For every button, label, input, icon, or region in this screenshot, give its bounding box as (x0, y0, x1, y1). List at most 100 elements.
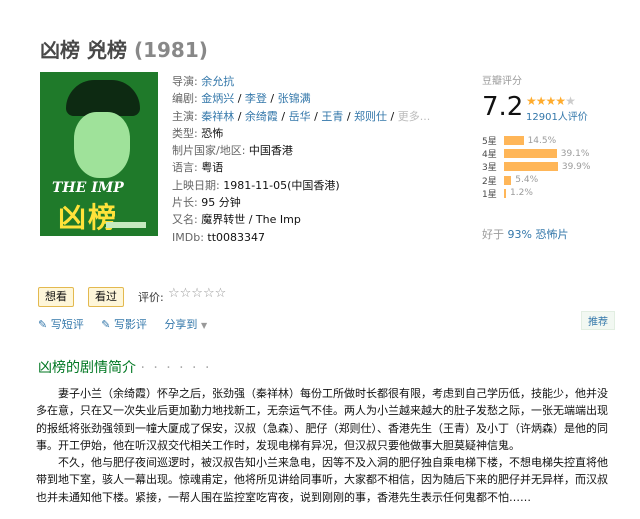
star-half-icon: ★ (555, 94, 566, 108)
rating-panel: 豆瓣评分 7.2 ★★★★★ 12901人评价 5星 14.5% 4星 39.1% … (482, 72, 622, 200)
aka-value: 魔界转世 / The Imp (201, 213, 301, 227)
country-value: 中国香港 (248, 144, 293, 158)
rating-row-label: 5星 (482, 137, 497, 148)
summary-title-text: 凶榜的剧情简介 (38, 360, 136, 376)
rating-row-label: 1星 (482, 189, 497, 200)
rating-row-percent: 39.9% (561, 161, 591, 172)
cast-link[interactable]: 王青 (321, 110, 343, 123)
better-prefix: 好于 (482, 228, 508, 241)
summary-title: 凶榜的剧情简介 · · · · · · (38, 357, 211, 377)
rating-distribution: 5星 14.5% 4星 39.1% 3星 39.9% 2星 5.4% 1星 1.2% (482, 134, 590, 200)
writer-link[interactable]: 李登 (245, 92, 267, 105)
rating-bar (504, 136, 524, 146)
poster-logo-en: THE IMP (52, 180, 124, 196)
cast-link[interactable]: 岳华 (289, 110, 311, 123)
summary-paragraph: 不久，他与肥仔夜间巡逻时，被汉叔告知小兰来急电，因等不及入洞的肥仔独自乘电梯下楼… (36, 456, 608, 504)
imdb-label: IMDb: (172, 230, 204, 244)
poster-logo-cn: 凶榜 (58, 201, 119, 234)
star-full-icon: ★ (535, 94, 547, 108)
info-runtime: 片长: 95 分钟 (172, 194, 430, 211)
summary-title-dots: · · · · · · (140, 360, 212, 376)
summary-paragraph: 妻子小兰（余绮霞）怀孕之后，张劲强（秦祥林）每份工所做时长都很有限，考虑到自己学… (36, 387, 608, 452)
watched-button[interactable]: 看过 (88, 287, 124, 307)
aka-label: 又名: (172, 213, 198, 227)
rating-score: 7.2 (482, 92, 524, 122)
better-than-link[interactable]: 93% 恐怖片 (508, 228, 569, 241)
info-release: 上映日期: 1981-11-05(中国香港) (172, 177, 430, 194)
info-director: 导演: 余允抗 (172, 73, 430, 90)
rating-row-label: 4星 (482, 150, 497, 161)
rating-row-percent: 14.5% (527, 135, 557, 146)
rating-row: 1星 1.2% (482, 187, 590, 200)
short-review-action[interactable]: ✎ 写短评 (38, 318, 84, 331)
writer-label: 编剧: (172, 92, 198, 106)
action-links: ✎ 写短评 ✎ 写影评 分享到 ▼ (38, 316, 221, 332)
rating-bar (504, 149, 557, 159)
rating-stars: ★★★★★ (526, 94, 576, 108)
rating-bar (504, 175, 512, 185)
rating-row-label: 3星 (482, 163, 497, 174)
want-to-watch-button[interactable]: 想看 (38, 287, 74, 307)
chevron-down-icon: ▼ (200, 321, 208, 330)
country-label: 制片国家/地区: (172, 144, 246, 158)
rating-row-percent: 5.4% (515, 175, 539, 186)
info-country: 制片国家/地区: 中国香港 (172, 142, 430, 159)
rating-row: 5星 14.5% (482, 134, 590, 148)
info-aka: 又名: 魔界转世 / The Imp (172, 211, 430, 228)
imdb-value: tt0083347 (207, 230, 266, 244)
rating-row-percent: 1.2% (510, 188, 533, 199)
rating-row-label: 2星 (482, 176, 497, 187)
language-value: 粤语 (201, 161, 224, 175)
rating-count-link[interactable]: 12901人评价 (526, 108, 588, 123)
info-imdb: IMDb: tt0083347 (172, 229, 430, 246)
director-link[interactable]: 余允抗 (201, 75, 234, 88)
movie-poster[interactable]: THE IMP 凶榜 (40, 72, 158, 236)
recommend-button[interactable]: 推荐 (581, 311, 615, 330)
movie-info: 导演: 余允抗 编剧: 金炳兴 / 李登 / 张锦满 主演: 秦祥林 / 余绮霞… (172, 73, 430, 246)
review-link[interactable]: 写影评 (114, 318, 147, 331)
better-than: 好于 93% 恐怖片 (482, 226, 568, 242)
cast-label: 主演: (172, 109, 198, 123)
runtime-value: 95 分钟 (201, 196, 241, 210)
rating-row: 4星 39.1% (482, 147, 590, 161)
rating-row-percent: 39.1% (560, 148, 590, 159)
share-action[interactable]: 分享到 ▼ (164, 318, 207, 331)
share-link[interactable]: 分享到 (164, 318, 197, 331)
language-label: 语言: (172, 161, 198, 175)
summary-body: 妻子小兰（余绮霞）怀孕之后，张劲强（秦祥林）每份工所做时长都很有限，考虑到自己学… (36, 385, 612, 506)
page-title: 凶榜 兇榜 (1981) (40, 34, 208, 63)
rating-row: 3星 39.9% (482, 160, 591, 174)
release-label: 上映日期: (172, 178, 220, 192)
info-writers: 编剧: 金炳兴 / 李登 / 张锦满 (172, 92, 311, 106)
info-genre: 类型: 恐怖 (172, 125, 430, 142)
movie-year: (1981) (133, 38, 208, 62)
genre-label: 类型: (172, 126, 198, 140)
rating-bar (504, 188, 506, 198)
star-full-icon: ★ (526, 94, 537, 108)
release-value: 1981-11-05(中国香港) (223, 178, 340, 192)
poster-face-shape (74, 112, 130, 178)
star-full-icon: ★ (545, 94, 557, 108)
cast-more-link[interactable]: 更多... (398, 110, 431, 123)
star-empty-icon: ★ (565, 94, 576, 108)
writer-link[interactable]: 金炳兴 (201, 92, 234, 105)
writer-link[interactable]: 张锦满 (278, 92, 311, 105)
cast-link[interactable]: 余绮霞 (245, 110, 278, 123)
pencil-icon: ✎ (101, 318, 111, 331)
short-review-link[interactable]: 写短评 (51, 318, 84, 331)
pencil-icon: ✎ (38, 318, 48, 331)
cast-link[interactable]: 郑则仕 (354, 110, 387, 123)
review-action[interactable]: ✎ 写影评 (101, 318, 147, 331)
poster-cap-shape (66, 80, 140, 116)
rating-row: 2星 5.4% (482, 174, 590, 187)
info-language: 语言: 粤语 (172, 159, 430, 176)
poster-credits-strip (106, 222, 146, 228)
genre-value: 恐怖 (201, 126, 224, 140)
movie-title: 凶榜 兇榜 (40, 38, 127, 62)
runtime-label: 片长: (172, 196, 198, 210)
director-label: 导演: (172, 75, 198, 88)
cast-link[interactable]: 秦祥林 (201, 110, 234, 123)
rate-stars-input[interactable]: ☆☆☆☆☆ (168, 286, 226, 301)
rating-header: 豆瓣评分 (482, 76, 522, 87)
rate-label: 评价: (138, 291, 164, 304)
